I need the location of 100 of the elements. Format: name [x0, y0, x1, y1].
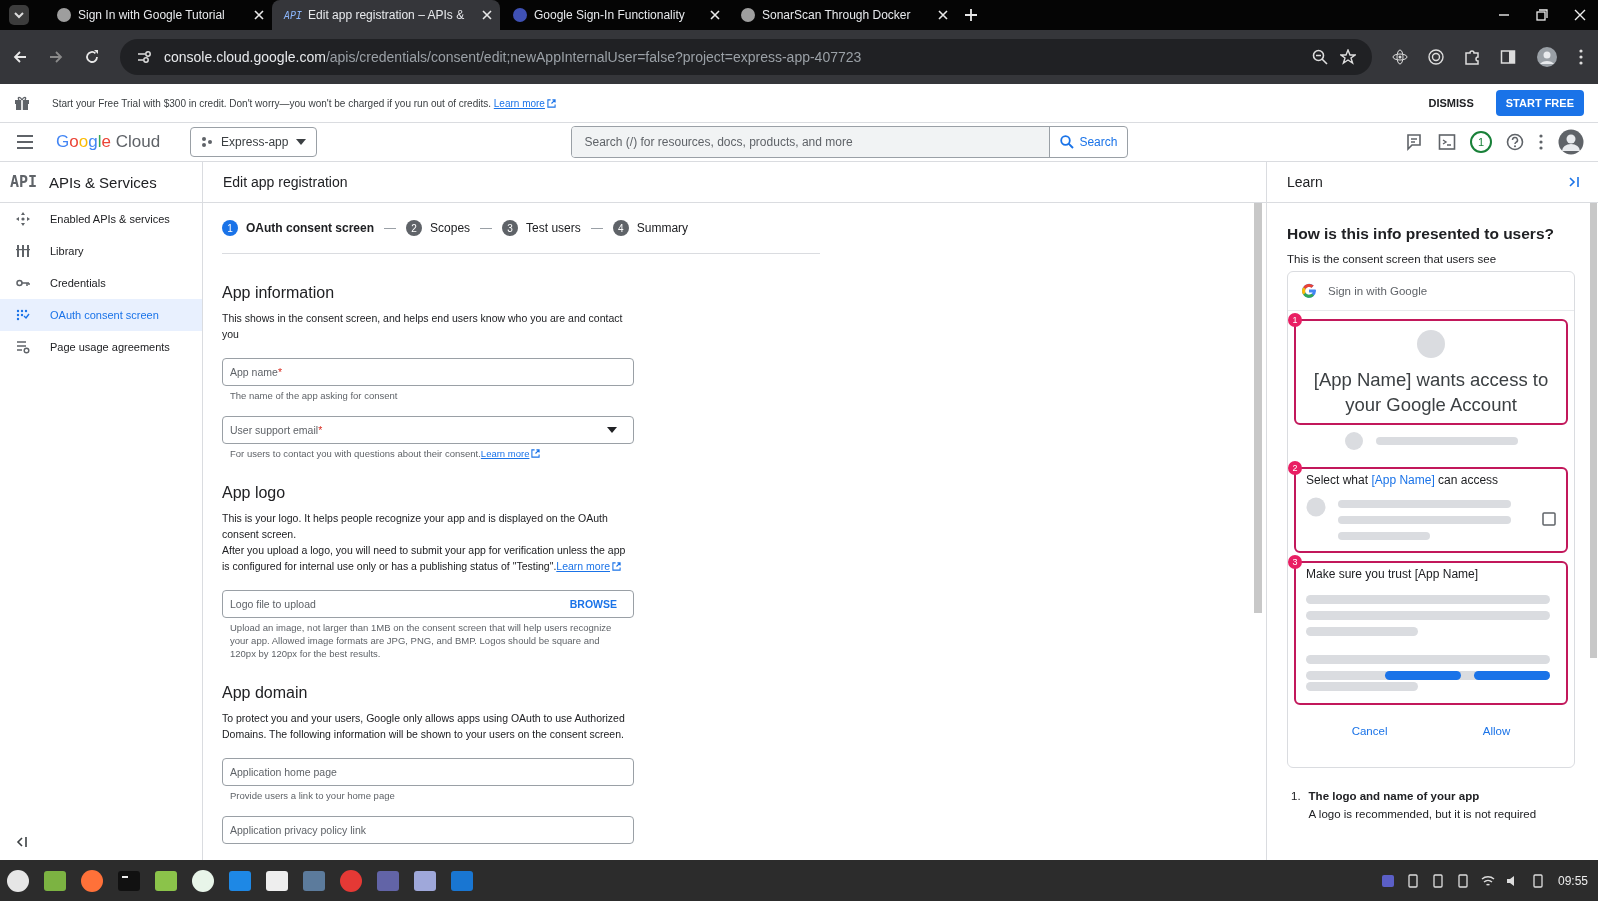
scrollbar[interactable]: [1254, 203, 1262, 613]
close-icon[interactable]: [1574, 9, 1586, 21]
step-number: 4: [612, 220, 629, 236]
forward-icon[interactable]: [48, 49, 64, 65]
sign-in-label: Sign in with Google: [1328, 285, 1428, 297]
wifi-icon[interactable]: [1480, 873, 1495, 888]
step-label: Summary: [636, 221, 689, 235]
reload-icon[interactable]: [84, 49, 100, 65]
section-description: This is your logo. It helps people recognize your app and is displayed on the OAuth consent screen.: [222, 511, 609, 542]
feedback-icon[interactable]: [1406, 133, 1424, 151]
crosshair-icon: [16, 212, 30, 226]
step-badge: 3: [1288, 555, 1302, 569]
caret-icon: [296, 139, 307, 145]
learn-more-link[interactable]: Learn more: [480, 448, 541, 459]
file-upload-field[interactable]: Logo file to upload BROWSE: [222, 590, 634, 618]
trust-title: Make sure you trust [App Name]: [1306, 567, 1480, 581]
step-label: Test users: [526, 221, 581, 235]
grid-icon: [16, 244, 30, 258]
text-field[interactable]: App name*: [222, 358, 634, 386]
checkbox-icon: [1542, 512, 1556, 526]
browse-button[interactable]: BROWSE: [569, 598, 617, 610]
scrollbar[interactable]: [1590, 203, 1597, 658]
browser-tab[interactable]: Google Sign-In Functionality: [500, 0, 728, 30]
sidebar-item[interactable]: Credentials: [0, 267, 202, 299]
project-picker[interactable]: Express-app: [190, 127, 318, 157]
access-question: Select what [App Name] can access: [1306, 473, 1500, 487]
sidebar-item[interactable]: Library: [0, 235, 202, 267]
sidebar-icon[interactable]: [1500, 49, 1516, 65]
step-label: Scopes: [430, 221, 471, 235]
collapse-icon[interactable]: [16, 836, 28, 848]
address-bar[interactable]: console.cloud.google.com/apis/credentials/consent/edit;newAppInternalUser=false?project=express-app-407723: [120, 39, 1372, 75]
panel-title: Learn: [1287, 174, 1323, 190]
step-number: 2: [406, 220, 423, 236]
new-tab-icon[interactable]: [964, 8, 978, 22]
close-icon[interactable]: [938, 10, 948, 20]
section-heading: App logo: [222, 484, 287, 502]
site-settings-icon[interactable]: [136, 49, 152, 65]
dropdown-field[interactable]: User support email*: [222, 416, 634, 444]
allow-label: Allow: [1482, 725, 1511, 737]
sidebar-item[interactable]: Page usage agreements: [0, 331, 202, 363]
atom-icon[interactable]: [1392, 49, 1408, 65]
caret-icon: [607, 427, 617, 433]
learn-heading: How is this info presented to users?: [1287, 225, 1555, 243]
dots-icon: [16, 308, 30, 322]
avatar-icon[interactable]: [1558, 129, 1584, 155]
text-field[interactable]: Application privacy policy link: [222, 816, 634, 844]
gift-icon: [14, 95, 30, 111]
trial-message: Start your Free Trial with $300 in credit. Don't worry—you won't be charged if you run out of credits. Learn more: [52, 97, 556, 109]
browser-tab[interactable]: SonarScan Through Docker: [728, 0, 956, 30]
zoom-out-icon[interactable]: [1312, 49, 1328, 65]
step-number: 1: [222, 220, 238, 236]
dismiss-button[interactable]: DISMISS: [1418, 91, 1484, 115]
close-icon[interactable]: [254, 10, 264, 20]
help-icon[interactable]: [1506, 133, 1524, 151]
star-icon[interactable]: [1340, 49, 1356, 65]
step-badge: 2: [1288, 461, 1302, 475]
note-number: 1.: [1291, 790, 1301, 804]
external-link-icon: [612, 562, 621, 571]
collapse-panel-icon[interactable]: [1568, 176, 1580, 188]
close-icon[interactable]: [710, 10, 720, 20]
browser-tab[interactable]: API Edit app registration – APIs &: [272, 0, 500, 30]
browser-tab[interactable]: Sign In with Google Tutorial: [44, 0, 272, 30]
note-title: The logo and name of your app: [1308, 790, 1481, 802]
close-icon[interactable]: [482, 10, 492, 20]
project-icon: [201, 136, 214, 148]
learn-subheading: This is the consent screen that users see: [1287, 253, 1498, 265]
page-icon: [56, 7, 72, 23]
section-description: This shows in the consent screen, and helps end users know who you are and contact you: [222, 311, 624, 342]
puzzle-icon[interactable]: [1464, 49, 1480, 65]
learn-more-link[interactable]: Learn more: [493, 97, 556, 109]
notification-count[interactable]: 1: [1470, 131, 1492, 153]
app-logo-placeholder: [1416, 329, 1446, 359]
tab-search-icon[interactable]: [8, 4, 30, 26]
avatar-icon[interactable]: [1536, 46, 1558, 68]
product-title: APIs & Services: [49, 173, 157, 191]
note-text: A logo is recommended, but it is not required: [1308, 808, 1537, 820]
text-field[interactable]: Application home page: [222, 758, 634, 786]
g-logo-icon: [1300, 282, 1318, 300]
sidebar-item[interactable]: Enabled APIs & services: [0, 203, 202, 235]
section-description: To protect you and your users, Google only allows apps using OAuth to use Authorized Domains. The following information will be shown to your users on the consent screen.: [222, 711, 626, 742]
more-icon[interactable]: [1538, 134, 1544, 150]
page-title: Edit app registration: [223, 174, 348, 190]
clock: 09:55: [1557, 873, 1588, 888]
more-icon[interactable]: [1578, 49, 1584, 65]
cancel-label: Cancel: [1351, 725, 1388, 737]
sidebar-item[interactable]: OAuth consent screen: [0, 299, 202, 331]
start-free-button[interactable]: START FREE: [1495, 90, 1584, 116]
external-link-icon: [546, 98, 556, 108]
api-logo: API: [10, 173, 38, 191]
external-link-icon: [531, 449, 541, 458]
step-number: 3: [502, 220, 519, 236]
restore-icon[interactable]: [1536, 9, 1548, 21]
google-cloud-logo[interactable]: Google Cloud: [56, 132, 161, 152]
learn-more-link[interactable]: Learn more: [556, 560, 621, 572]
target-icon[interactable]: [1428, 49, 1444, 65]
section-description: After you upload a logo, you will need to submit your app for verification unless the app is configured for internal use only or has a publishing status of "Testing".Learn more: [222, 543, 627, 574]
field-hint: Upload an image, not larger than 1MB on the consent screen that will help users recognize your app. Allowed image formats are JPG, PNG, and BMP. Logos should be square and 120px by 120px for the best results.: [230, 621, 613, 660]
menu-icon[interactable]: [16, 135, 34, 149]
access-title: [App Name] wants access to your Google Account: [1312, 368, 1550, 417]
back-icon[interactable]: [12, 49, 28, 65]
